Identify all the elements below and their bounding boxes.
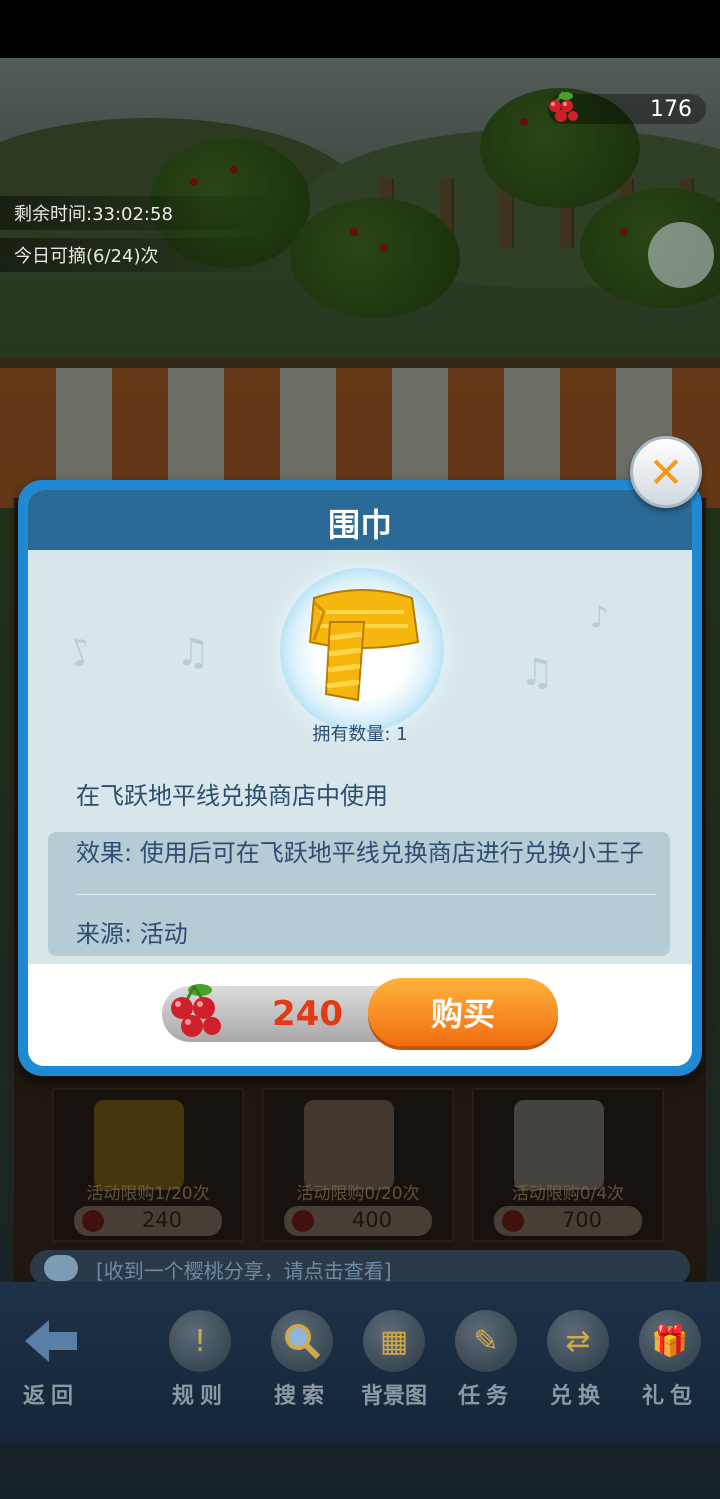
nav-label: 礼包 — [641, 1384, 698, 1409]
nav-label: 规则 — [171, 1384, 228, 1409]
nav-label: 搜索 — [273, 1384, 330, 1409]
exchange-icon: ⇄ — [547, 1310, 609, 1372]
remaining-time: 剩余时间:33:02:58 — [0, 196, 288, 230]
berry-icon — [549, 91, 578, 122]
item-description: 在飞跃地平线兑换商店中使用 — [76, 782, 388, 810]
music-note-icon: ♪ — [590, 600, 610, 635]
share-notice[interactable]: [收到一个樱桃分享，请点击查看] — [30, 1250, 690, 1286]
today-pick-count: 今日可摘(6/24)次 — [0, 238, 288, 272]
nav-back-button[interactable]: 返回 — [6, 1310, 96, 1420]
music-note-icon: ♫ — [520, 650, 555, 694]
modal-body: 围巾 ♪ ♫ ♫ ♪ 拥有数量: 1 在飞跃地平线兑换商店中使用 效果: 使用后… — [28, 490, 692, 1066]
task-icon: ✎ — [455, 1310, 517, 1372]
modal-footer: 240 购买 — [28, 964, 692, 1066]
music-note-icon: ♪ — [61, 627, 100, 677]
search-icon — [271, 1310, 333, 1372]
nav-label: 背景图 — [360, 1384, 427, 1409]
effect-panel: 效果: 使用后可在飞跃地平线兑换商店进行兑换小王子 来源: 活动 — [48, 832, 670, 956]
effect-text: 效果: 使用后可在飞跃地平线兑换商店进行兑换小王子 — [76, 839, 644, 867]
background-icon: ▦ — [363, 1310, 425, 1372]
gift-icon: 🎁 — [639, 1310, 701, 1372]
scarf-icon — [308, 589, 420, 702]
nav-exchange-button[interactable]: ⇄ 兑换 — [533, 1310, 623, 1420]
berry-icon — [171, 984, 221, 1037]
notice-text: [收到一个樱桃分享，请点击查看] — [96, 1259, 392, 1283]
price-value: 240 — [272, 994, 343, 1034]
owned-quantity: 拥有数量: 1 — [312, 724, 408, 745]
chat-bubble-icon — [44, 1255, 78, 1281]
modal-header: 围巾 — [28, 490, 692, 550]
music-note-icon: ♫ — [176, 630, 211, 674]
nav-task-button[interactable]: ✎ 任务 — [441, 1310, 531, 1420]
nav-label: 任务 — [457, 1384, 514, 1409]
nav-background-button[interactable]: ▦ 背景图 — [349, 1310, 439, 1420]
modal-title: 围巾 — [327, 506, 392, 544]
close-icon[interactable] — [648, 222, 714, 288]
nav-search-button[interactable]: 搜索 — [257, 1310, 347, 1420]
bottom-nav: 返回 ! 规则 搜索 ▦ 背景图 ✎ 任务 ⇄ 兑换 🎁 礼包 — [0, 1282, 720, 1442]
berry-counter: 176 — [548, 91, 706, 124]
item-detail-modal: 围巾 ♪ ♫ ♫ ♪ 拥有数量: 1 在飞跃地平线兑换商店中使用 效果: 使用后… — [18, 480, 702, 1076]
nav-label: 返回 — [22, 1384, 79, 1409]
rules-icon: ! — [169, 1310, 231, 1372]
nav-label: 兑换 — [549, 1384, 606, 1409]
buy-button[interactable]: 购买 — [368, 978, 558, 1046]
back-arrow-icon — [20, 1310, 82, 1372]
berry-count: 176 — [650, 97, 692, 122]
nav-gift-button[interactable]: 🎁 礼包 — [625, 1310, 715, 1420]
source-text: 来源: 活动 — [76, 920, 188, 948]
close-icon[interactable]: ✕ — [630, 436, 702, 508]
nav-rules-button[interactable]: ! 规则 — [155, 1310, 245, 1420]
divider — [76, 894, 656, 895]
